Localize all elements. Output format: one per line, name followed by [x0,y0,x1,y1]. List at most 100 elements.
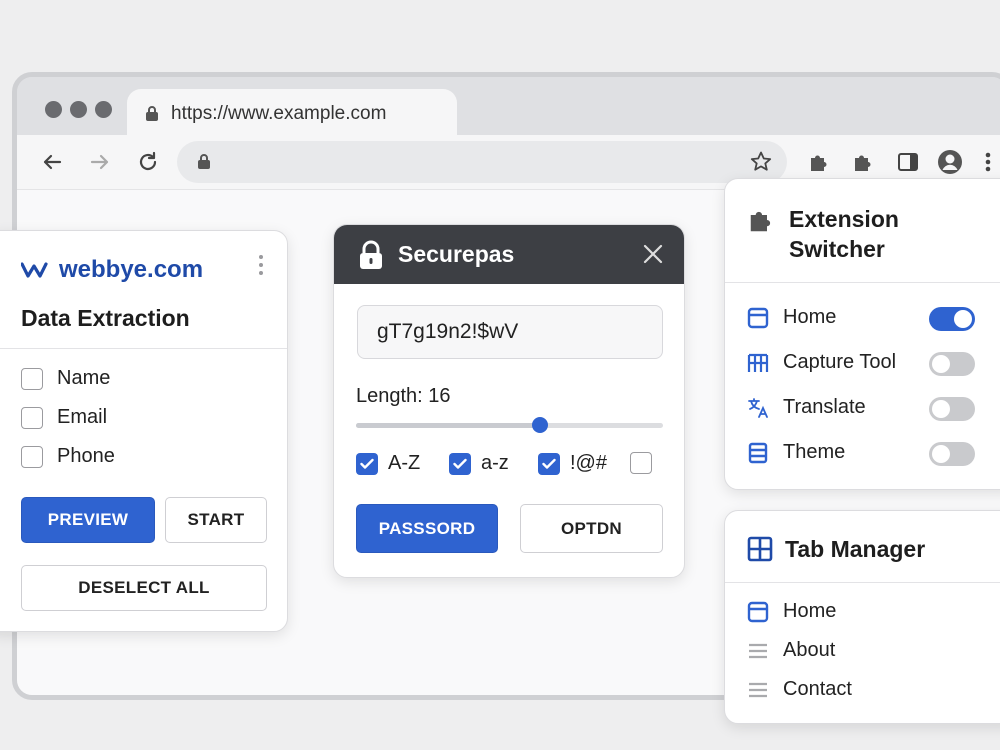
lock-icon [146,106,158,121]
lines-icon [749,682,767,697]
extensions-menu-puzzle-icon[interactable] [849,147,879,177]
item-label: Translate [783,396,866,418]
window-icon [747,601,769,622]
back-button[interactable] [37,147,67,177]
check-icon[interactable] [538,452,560,475]
lines-icon [749,643,767,658]
brand-name: webbye.com [59,256,204,283]
start-button[interactable]: START [165,497,267,543]
title-line: Extension [789,206,899,232]
length-slider[interactable] [356,417,663,433]
padlock-icon [360,240,382,269]
length-label: Length: 16 [356,385,451,407]
maximize-window-dot[interactable] [95,101,112,118]
field-name-row[interactable]: Name [21,367,110,390]
item-label: About [783,639,836,661]
option-label: !@# [570,452,607,474]
divider [725,582,1000,583]
panel-title: Securepas [398,241,515,267]
name-checkbox[interactable] [21,367,43,390]
check-icon[interactable] [449,452,471,475]
generate-password-button[interactable]: PASSSORD [356,504,498,553]
puzzle-icon [750,211,771,232]
field-label: Name [57,367,111,389]
theme-toggle[interactable] [929,442,975,466]
option-symbols[interactable]: !@# [538,452,607,475]
divider [0,348,287,349]
extension-item-capture-tool: Capture Tool [747,351,896,374]
title-text: Tab Manager [785,536,926,562]
slider-thumb[interactable] [532,417,549,433]
field-label: Phone [57,445,115,467]
tab-strip: https://www.example.com [17,77,1000,139]
brand-header: webbye.com [21,256,203,284]
data-extraction-panel: webbye.com Data Extraction Name Email Ph… [0,230,288,632]
title-line: Switcher [789,236,885,262]
reload-icon [139,151,157,171]
capture-icon [747,353,769,372]
options-button[interactable]: OPTDN [520,504,663,553]
field-phone-row[interactable]: Phone [21,445,115,468]
field-email-row[interactable]: Email [21,406,107,429]
capture-tool-toggle[interactable] [929,352,975,376]
back-arrow-icon [43,154,62,170]
grid-icon [747,536,773,562]
tab-item-home[interactable]: Home [747,600,836,623]
translate-toggle[interactable] [929,397,975,421]
extension-item-theme: Theme [747,441,845,464]
close-icon[interactable] [642,243,664,265]
password-output-field[interactable]: gT7g19n2!$wV [357,305,663,359]
email-checkbox[interactable] [21,406,43,429]
panel-title: Extension Switcher [747,204,899,264]
item-label: Home [783,600,837,622]
option-label: A-Z [388,452,421,474]
reload-button[interactable] [133,147,163,177]
panel-title: Data Extraction [21,305,190,331]
close-window-dot[interactable] [45,101,62,118]
window-controls [45,101,112,118]
option-label: a-z [481,452,509,474]
divider [725,282,1000,283]
tab-url: https://www.example.com [171,103,387,124]
extension-item-home: Home [747,306,836,329]
brand-logo-icon [21,262,48,278]
theme-icon [748,442,768,463]
home-toggle[interactable] [929,307,975,331]
panel-title: Tab Manager [747,534,925,564]
extension-puzzle-icon[interactable] [805,147,835,177]
tab-manager-panel: Tab Manager Home About Contact [724,510,1000,724]
deselect-all-button[interactable]: DESELECT ALL [21,565,267,611]
password-generator-panel: Securepas gT7g19n2!$wV Length: 16 A-Z a-… [333,224,685,578]
bookmark-star-icon[interactable] [749,150,773,174]
lock-icon [198,154,210,169]
phone-checkbox[interactable] [21,445,43,468]
minimize-window-dot[interactable] [70,101,87,118]
password-value: gT7g19n2!$wV [377,320,519,343]
address-bar[interactable] [177,141,787,183]
extension-item-translate: Translate [747,396,866,419]
translate-icon [748,397,768,418]
item-label: Home [783,306,837,328]
item-label: Contact [783,678,852,700]
extension-switcher-panel: Extension Switcher Home Capture Tool Tra… [724,178,1000,490]
forward-button[interactable] [85,147,115,177]
tab-item-contact[interactable]: Contact [747,678,852,701]
field-label: Email [57,406,108,428]
tab-item-about[interactable]: About [747,639,835,662]
panel-header: Securepas [334,225,684,284]
profile-avatar-icon[interactable] [935,147,965,177]
extra-checkbox[interactable] [630,452,652,474]
option-extra[interactable] [630,452,652,474]
item-label: Capture Tool [783,351,897,373]
browser-tab[interactable]: https://www.example.com [127,89,457,139]
panel-menu-icon[interactable] [259,255,263,275]
window-icon [747,307,769,328]
forward-arrow-icon [90,154,109,170]
check-icon[interactable] [356,452,378,475]
more-menu-icon[interactable] [973,147,1000,177]
side-panel-icon[interactable] [893,147,923,177]
option-lowercase[interactable]: a-z [449,452,509,475]
item-label: Theme [783,441,846,463]
option-uppercase[interactable]: A-Z [356,452,420,475]
preview-button[interactable]: PREVIEW [21,497,155,543]
